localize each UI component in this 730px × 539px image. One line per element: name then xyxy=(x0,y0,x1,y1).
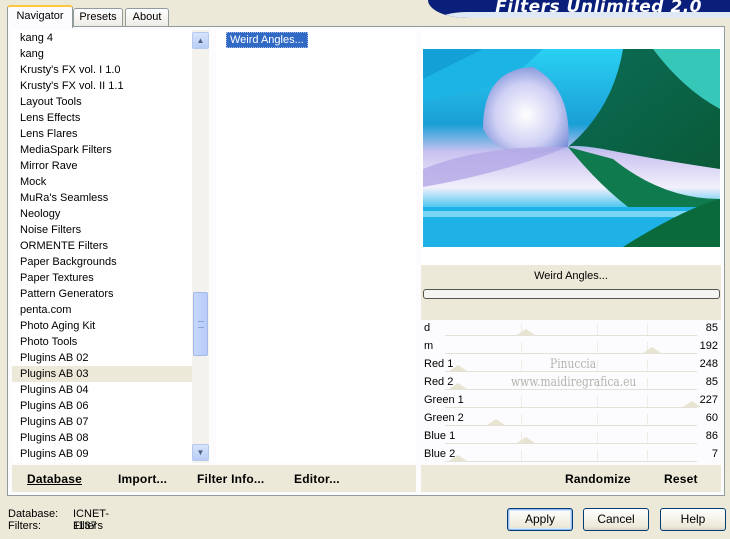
editor-button[interactable]: Editor... xyxy=(294,472,340,486)
scroll-down-icon[interactable]: ▼ xyxy=(192,444,209,461)
param-label: Blue 2 xyxy=(424,448,456,460)
param-slider[interactable] xyxy=(445,407,697,408)
slider-thumb-icon[interactable] xyxy=(643,347,661,353)
category-item[interactable]: Krusty's FX vol. I 1.0 xyxy=(12,62,208,78)
param-label: Blue 1 xyxy=(424,430,456,442)
param-slider[interactable] xyxy=(445,335,697,336)
preview-image xyxy=(423,49,720,247)
tab-navigator[interactable]: Navigator xyxy=(7,5,73,28)
watermark-url: www.maidiregrafica.eu xyxy=(511,375,637,390)
param-label: m xyxy=(424,340,434,352)
category-item[interactable]: Lens Effects xyxy=(12,110,208,126)
category-item[interactable]: Plugins AB 04 xyxy=(12,382,208,398)
slider-thumb-icon[interactable] xyxy=(683,401,701,407)
filter-info-button[interactable]: Filter Info... xyxy=(197,472,264,486)
category-item[interactable]: Plugins AB 09 xyxy=(12,446,208,462)
slider-thumb-icon[interactable] xyxy=(517,329,535,335)
category-list[interactable]: kang 4 kang Krusty's FX vol. I 1.0 Krusty's… xyxy=(12,30,208,463)
category-item[interactable]: Photo Tools xyxy=(12,334,208,350)
grip-icon xyxy=(198,321,204,328)
category-item[interactable]: Paper Textures xyxy=(12,270,208,286)
param-value: 85 xyxy=(705,322,718,334)
param-value: 86 xyxy=(705,430,718,442)
category-item[interactable]: Plugins AB 03 xyxy=(12,366,208,382)
progress-bar xyxy=(423,289,720,299)
param-value: 60 xyxy=(705,412,718,424)
param-value: 248 xyxy=(699,358,718,370)
category-item[interactable]: ORMENTE Filters xyxy=(12,238,208,254)
right-button-strip: Randomize Reset xyxy=(421,465,721,492)
tab-presets[interactable]: Presets xyxy=(73,8,123,27)
category-item[interactable]: Krusty's FX vol. II 1.1 xyxy=(12,78,208,94)
param-row: Blue 2 7 xyxy=(421,446,721,464)
category-item[interactable]: Mock xyxy=(12,174,208,190)
param-value: 7 xyxy=(711,448,718,460)
randomize-button[interactable]: Randomize xyxy=(565,472,631,486)
category-item[interactable]: Photo Aging Kit xyxy=(12,318,208,334)
category-item[interactable]: penta.com xyxy=(12,302,208,318)
database-label: Database: xyxy=(8,508,59,520)
param-slider[interactable] xyxy=(445,443,697,444)
category-item[interactable]: Plugins AB 06 xyxy=(12,398,208,414)
param-value: 85 xyxy=(705,376,718,388)
slider-thumb-icon[interactable] xyxy=(487,419,505,425)
scroll-thumb[interactable] xyxy=(193,292,208,356)
category-item[interactable]: kang xyxy=(12,46,208,62)
category-item[interactable]: MuRa's Seamless xyxy=(12,190,208,206)
filter-item-weird-angles[interactable]: Weird Angles... xyxy=(226,32,308,48)
database-button[interactable]: Database xyxy=(27,472,82,486)
parameter-panel: d 85 m 192 Red 1 248 Red 2 85 Green 1 227 Green 2 6… xyxy=(421,320,721,463)
param-slider[interactable] xyxy=(445,461,697,462)
reset-button[interactable]: Reset xyxy=(664,472,698,486)
param-label: Red 1 xyxy=(424,358,454,370)
scroll-up-icon[interactable]: ▲ xyxy=(192,32,209,49)
category-item[interactable]: MediaSpark Filters xyxy=(12,142,208,158)
slider-thumb-icon[interactable] xyxy=(517,437,535,443)
param-slider[interactable] xyxy=(445,425,697,426)
database-button-label: Database xyxy=(27,472,82,486)
category-item[interactable]: Plugins AB 02 xyxy=(12,350,208,366)
category-item[interactable]: Pattern Generators xyxy=(12,286,208,302)
param-label: Red 2 xyxy=(424,376,454,388)
category-item[interactable]: Plugins AB 07 xyxy=(12,414,208,430)
filter-list[interactable]: Weird Angles... xyxy=(216,30,416,463)
category-item[interactable]: Neology xyxy=(12,206,208,222)
category-item[interactable]: Noise Filters xyxy=(12,222,208,238)
tab-about[interactable]: About xyxy=(125,8,169,27)
filters-count-label: Filters: xyxy=(8,520,41,532)
category-item[interactable]: Plugins AB 08 xyxy=(12,430,208,446)
left-button-strip: Database Import... Filter Info... Editor… xyxy=(12,465,416,492)
active-filter-name: Weird Angles... xyxy=(534,270,608,282)
param-row: Green 2 60 xyxy=(421,410,721,428)
import-button[interactable]: Import... xyxy=(118,472,167,486)
param-label: d xyxy=(424,322,431,334)
app-title: Filters Unlimited 2.0 xyxy=(495,0,702,17)
category-item[interactable]: Paper Backgrounds xyxy=(12,254,208,270)
param-value: 227 xyxy=(699,394,718,406)
param-slider[interactable] xyxy=(445,353,697,354)
category-item[interactable]: kang 4 xyxy=(12,30,208,46)
category-item[interactable]: Layout Tools xyxy=(12,94,208,110)
param-value: 192 xyxy=(699,340,718,352)
title-banner: Filters Unlimited 2.0 xyxy=(428,0,730,18)
cancel-button[interactable]: Cancel xyxy=(583,508,649,531)
param-label: Green 1 xyxy=(424,394,464,406)
param-row: Green 1 227 xyxy=(421,392,721,410)
param-row: d 85 xyxy=(421,320,721,338)
watermark-name: Pinuccia xyxy=(550,357,597,372)
category-item[interactable]: Lens Flares xyxy=(12,126,208,142)
category-scrollbar[interactable]: ▲ ▼ xyxy=(192,30,209,463)
param-label: Green 2 xyxy=(424,412,464,424)
help-button[interactable]: Help xyxy=(660,508,726,531)
status-area: Database: ICNET-Filters Filters: 1137 xyxy=(8,508,109,532)
param-row: Blue 1 86 xyxy=(421,428,721,446)
preview-area xyxy=(421,30,721,265)
filters-count-value: 1137 xyxy=(73,520,97,532)
apply-button[interactable]: Apply xyxy=(507,508,573,531)
preview-info-strip: Weird Angles... xyxy=(421,265,721,322)
category-item[interactable]: Mirror Rave xyxy=(12,158,208,174)
param-row: m 192 xyxy=(421,338,721,356)
